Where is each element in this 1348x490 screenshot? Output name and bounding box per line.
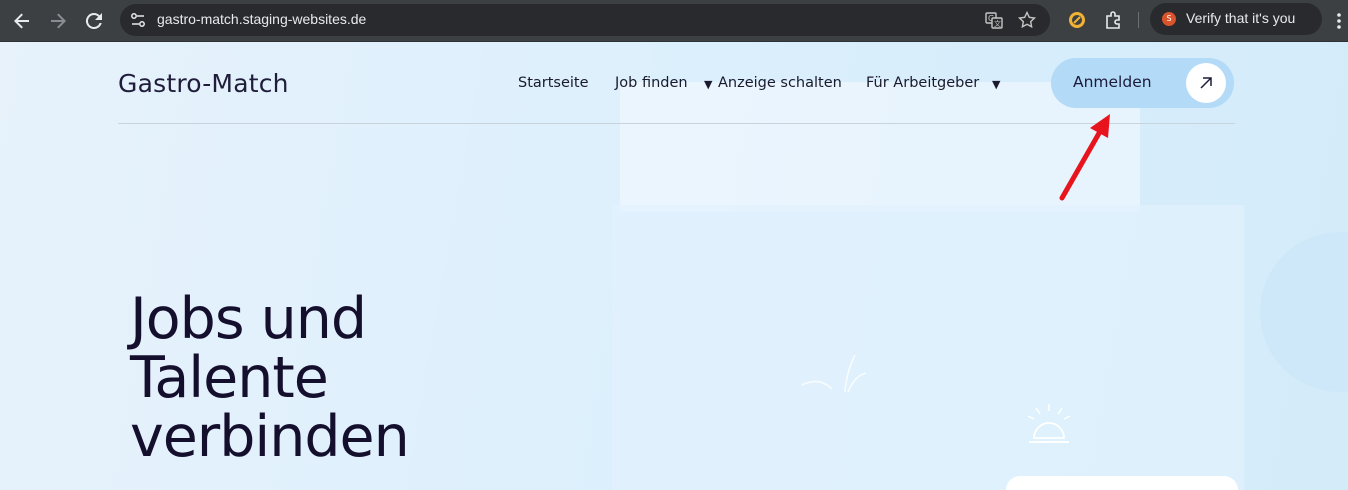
site-settings-icon[interactable] xyxy=(128,10,148,30)
more-vert-icon[interactable] xyxy=(1334,9,1344,33)
profile-avatar: S xyxy=(1162,12,1176,26)
browser-toolbar: gastro-match.staging-websites.de G文 S Ve… xyxy=(0,0,1348,42)
star-icon[interactable] xyxy=(1017,10,1037,30)
forward-arrow-icon[interactable] xyxy=(46,9,70,33)
toolbar-separator xyxy=(1138,12,1139,28)
verify-label: Verify that it's you xyxy=(1186,10,1296,26)
leaf-decoration-icon xyxy=(801,354,867,393)
svg-text:文: 文 xyxy=(994,19,1001,28)
hero-title-line: Jobs und xyxy=(130,286,367,352)
background-blob xyxy=(1260,232,1348,392)
hero-title-line: Talente xyxy=(130,345,329,411)
nav-fuer-arbeitgeber[interactable]: Für Arbeitgeber xyxy=(866,75,979,91)
annotation-arrow-icon xyxy=(1059,114,1110,201)
hero-card xyxy=(1006,476,1238,490)
back-arrow-icon[interactable] xyxy=(10,9,34,33)
service-bell-icon xyxy=(1027,404,1071,443)
chevron-down-icon[interactable]: ▼ xyxy=(704,78,712,91)
site-logo[interactable]: Gastro-Match xyxy=(118,69,289,98)
puzzle-icon[interactable] xyxy=(1102,9,1124,31)
login-button[interactable]: Anmelden xyxy=(1051,58,1234,108)
hero-title: Jobs und Talente verbinden xyxy=(130,290,600,467)
profile-verify-button[interactable]: S Verify that it's you xyxy=(1150,3,1322,35)
nav-anzeige-schalten[interactable]: Anzeige schalten xyxy=(718,75,842,91)
page-viewport: Gastro-Match Startseite Job finden ▼ Anz… xyxy=(0,42,1348,490)
address-bar[interactable]: gastro-match.staging-websites.de G文 xyxy=(120,4,1050,36)
translate-icon[interactable]: G文 xyxy=(984,10,1004,30)
chevron-down-icon[interactable]: ▼ xyxy=(992,78,1000,91)
login-label: Anmelden xyxy=(1073,73,1152,91)
reload-icon[interactable] xyxy=(82,9,106,33)
hero-title-line: verbinden xyxy=(130,404,410,470)
arrow-up-right-icon xyxy=(1186,63,1226,103)
nav-job-finden[interactable]: Job finden xyxy=(615,75,688,91)
nav-startseite[interactable]: Startseite xyxy=(518,75,589,91)
extension-badge-icon[interactable] xyxy=(1066,9,1088,31)
url-text[interactable]: gastro-match.staging-websites.de xyxy=(157,11,366,27)
hero-image-area xyxy=(612,205,1244,490)
